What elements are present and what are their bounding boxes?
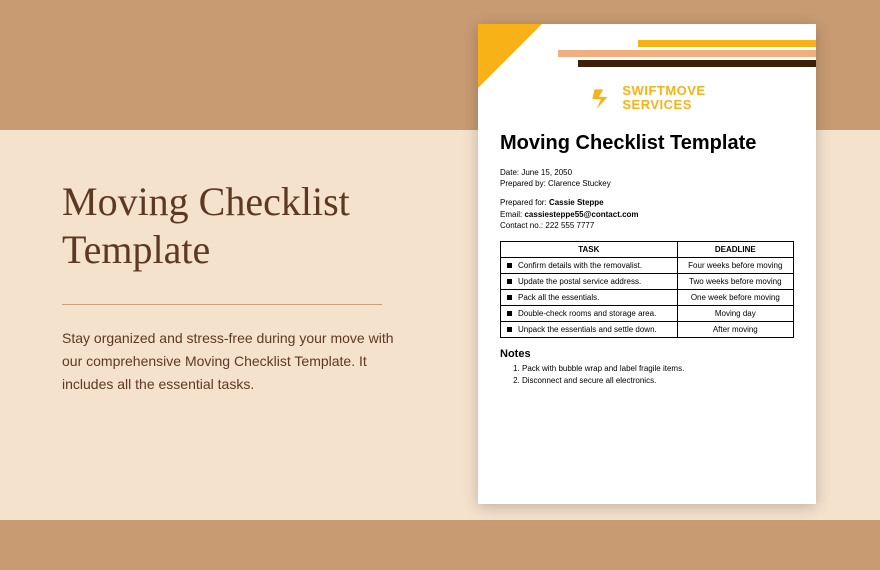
deadline-cell: Moving day: [677, 305, 793, 321]
deadline-cell: Four weeks before moving: [677, 257, 793, 273]
bullet-icon: [507, 327, 512, 332]
stripe-tan: [558, 50, 816, 57]
task-cell: Pack all the essentials.: [518, 293, 599, 302]
table-row: Update the postal service address. Two we…: [501, 273, 794, 289]
deadline-cell: After moving: [677, 321, 793, 337]
bullet-icon: [507, 311, 512, 316]
table-row: Unpack the essentials and settle down. Af…: [501, 321, 794, 337]
col-header-task: TASK: [501, 241, 678, 257]
corner-triangle-icon: [478, 24, 542, 88]
bullet-icon: [507, 295, 512, 300]
table-row: Pack all the essentials. One week before …: [501, 289, 794, 305]
bullet-icon: [507, 263, 512, 268]
task-cell: Confirm details with the removalist.: [518, 261, 642, 270]
stripe-brown: [578, 60, 816, 67]
email-value: cassiesteppe55@contact.com: [524, 210, 638, 219]
meta-block-2: Prepared for: Cassie Steppe Email: cassi…: [500, 197, 794, 231]
prepared-for-value: Cassie Steppe: [549, 198, 604, 207]
prepared-by-value: Clarence Stuckey: [548, 179, 611, 188]
contact-label: Contact no.:: [500, 221, 543, 230]
note-item: Pack with bubble wrap and label fragile …: [522, 363, 794, 375]
prepared-for-label: Prepared for:: [500, 198, 547, 207]
meta-block-1: Date: June 15, 2050 Prepared by: Clarenc…: [500, 167, 794, 189]
task-cell: Unpack the essentials and settle down.: [518, 325, 657, 334]
bullet-icon: [507, 279, 512, 284]
task-cell: Update the postal service address.: [518, 277, 641, 286]
deadline-cell: Two weeks before moving: [677, 273, 793, 289]
brand-logo-icon: [588, 85, 614, 111]
notes-heading: Notes: [500, 348, 794, 360]
brand-block: SWIFTMOVE SERVICES: [478, 84, 816, 116]
canvas: Moving Checklist Template Stay organized…: [0, 0, 880, 570]
email-label: Email:: [500, 210, 522, 219]
divider: [62, 304, 382, 305]
col-header-deadline: DEADLINE: [677, 241, 793, 257]
stripe-yellow: [638, 40, 816, 47]
prepared-by-label: Prepared by:: [500, 179, 546, 188]
notes-list: Pack with bubble wrap and label fragile …: [500, 363, 794, 387]
contact-value: 222 555 7777: [545, 221, 594, 230]
task-cell: Double-check rooms and storage area.: [518, 309, 656, 318]
checklist-table: TASK DEADLINE Confirm details with the r…: [500, 241, 794, 338]
brand-line-2: SERVICES: [622, 98, 705, 112]
date-value: June 15, 2050: [521, 168, 572, 177]
document-body: Moving Checklist Template Date: June 15,…: [500, 132, 794, 387]
deadline-cell: One week before moving: [677, 289, 793, 305]
notes-section: Notes Pack with bubble wrap and label fr…: [500, 348, 794, 387]
date-label: Date:: [500, 168, 519, 177]
document-title: Moving Checklist Template: [500, 132, 794, 155]
table-row: Double-check rooms and storage area. Movi…: [501, 305, 794, 321]
promo-description: Stay organized and stress-free during yo…: [62, 327, 410, 396]
table-row: Confirm details with the removalist. Four…: [501, 257, 794, 273]
background-band-bottom: [0, 520, 880, 570]
note-item: Disconnect and secure all electronics.: [522, 375, 794, 387]
promo-panel: Moving Checklist Template Stay organized…: [62, 178, 410, 396]
brand-line-1: SWIFTMOVE: [622, 84, 705, 98]
header-stripes: [558, 40, 816, 70]
promo-title: Moving Checklist Template: [62, 178, 410, 274]
document-preview: SWIFTMOVE SERVICES Moving Checklist Temp…: [478, 24, 816, 504]
brand-name: SWIFTMOVE SERVICES: [622, 84, 705, 111]
